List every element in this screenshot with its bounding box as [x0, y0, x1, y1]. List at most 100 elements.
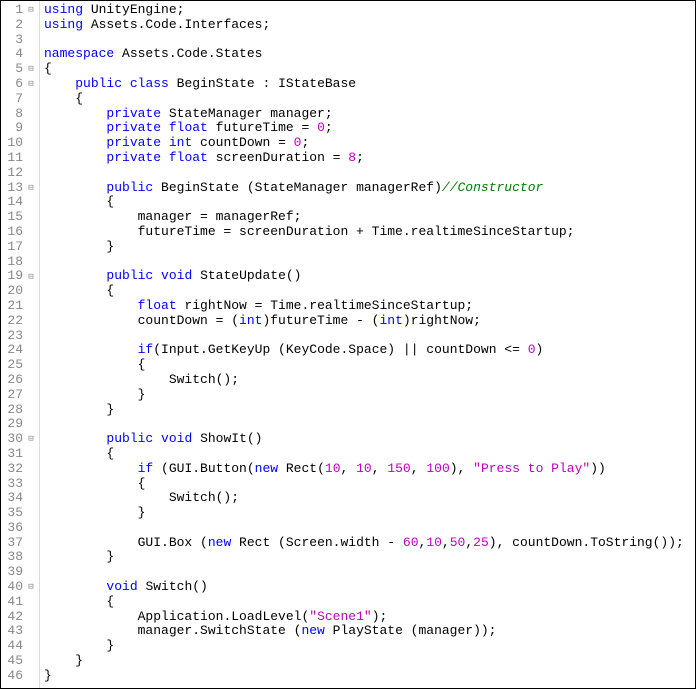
token-kw: new	[208, 535, 231, 550]
fold-toggle[interactable]: ⊟	[25, 582, 37, 592]
code-line[interactable]	[44, 417, 691, 432]
code-line[interactable]: private float screenDuration = 8;	[44, 151, 691, 166]
token-text	[161, 135, 169, 150]
fold-toggle[interactable]: ⊟	[25, 79, 37, 89]
line-number: 13	[5, 181, 23, 196]
line-number: 28	[5, 403, 23, 418]
token-text: {	[44, 476, 145, 491]
line-number: 19	[5, 269, 23, 284]
code-line[interactable]: {	[44, 284, 691, 299]
line-number: 34	[5, 491, 23, 506]
token-text: }	[44, 402, 114, 417]
code-line[interactable]: if(Input.GetKeyUp (KeyCode.Space) || cou…	[44, 343, 691, 358]
code-line[interactable]: }	[44, 240, 691, 255]
token-text: ,	[442, 535, 450, 550]
token-kw: new	[255, 461, 278, 476]
code-line[interactable]: Switch();	[44, 491, 691, 506]
token-num: 10	[426, 535, 442, 550]
code-line[interactable]: }	[44, 669, 691, 684]
code-line[interactable]: }	[44, 403, 691, 418]
code-line[interactable]: {	[44, 595, 691, 610]
fold-toggle[interactable]: ⊟	[25, 272, 37, 282]
gutter-line: 3	[5, 33, 37, 48]
gutter-line: 6⊟	[5, 77, 37, 92]
token-text: ;	[325, 120, 333, 135]
code-line[interactable]: private StateManager manager;	[44, 107, 691, 122]
code-line[interactable]: GUI.Box (new Rect (Screen.width - 60,10,…	[44, 536, 691, 551]
code-line[interactable]: }	[44, 388, 691, 403]
code-line[interactable]: {	[44, 92, 691, 107]
code-line[interactable]: {	[44, 358, 691, 373]
code-line[interactable]	[44, 33, 691, 48]
code-line[interactable]	[44, 329, 691, 344]
code-line[interactable]: futureTime = screenDuration + Time.realt…	[44, 225, 691, 240]
code-line[interactable]: using UnityEngine;	[44, 3, 691, 18]
code-line[interactable]: Switch();	[44, 373, 691, 388]
gutter-line: 40⊟	[5, 580, 37, 595]
fold-toggle[interactable]: ⊟	[25, 64, 37, 74]
line-number: 17	[5, 240, 23, 255]
code-line[interactable]	[44, 565, 691, 580]
fold-toggle[interactable]: ⊟	[25, 434, 37, 444]
code-line[interactable]: public class BeginState : IStateBase	[44, 77, 691, 92]
code-line[interactable]: if (GUI.Button(new Rect(10, 10, 150, 100…	[44, 462, 691, 477]
gutter-line: 8	[5, 107, 37, 122]
code-line[interactable]	[44, 521, 691, 536]
code-line[interactable]: public BeginState (StateManager managerR…	[44, 181, 691, 196]
token-num: 25	[473, 535, 489, 550]
line-number: 3	[5, 33, 23, 48]
line-number: 16	[5, 225, 23, 240]
token-text: PlayState (manager));	[325, 623, 497, 638]
token-text: )	[536, 342, 544, 357]
code-line[interactable]: {	[44, 195, 691, 210]
gutter-line: 1⊟	[5, 3, 37, 18]
code-line[interactable]: using Assets.Code.Interfaces;	[44, 18, 691, 33]
code-line[interactable]: void Switch()	[44, 580, 691, 595]
code-line[interactable]: }	[44, 550, 691, 565]
token-text: Rect (Screen	[231, 535, 332, 550]
code-line[interactable]: }	[44, 639, 691, 654]
code-line[interactable]	[44, 255, 691, 270]
gutter-line: 15	[5, 210, 37, 225]
code-area[interactable]: using UnityEngine;using Assets.Code.Inte…	[40, 1, 695, 688]
gutter-line: 41	[5, 595, 37, 610]
code-line[interactable]	[44, 166, 691, 181]
line-number: 21	[5, 299, 23, 314]
fold-toggle[interactable]: ⊟	[25, 5, 37, 15]
token-text	[44, 106, 106, 121]
line-number: 45	[5, 654, 23, 669]
gutter: 1⊟2345⊟6⊟78910111213⊟141516171819⊟202122…	[1, 1, 40, 688]
token-text: {	[44, 446, 114, 461]
token-kw: private	[106, 150, 161, 165]
token-text: countDown =	[192, 135, 293, 150]
line-number: 27	[5, 388, 23, 403]
gutter-line: 27	[5, 388, 37, 403]
code-line[interactable]: {	[44, 477, 691, 492]
code-line[interactable]: }	[44, 654, 691, 669]
code-line[interactable]: }	[44, 506, 691, 521]
code-line[interactable]: {	[44, 447, 691, 462]
token-str: "Scene1"	[309, 609, 371, 624]
token-text: )futureTime - (	[262, 313, 379, 328]
code-line[interactable]: {	[44, 62, 691, 77]
gutter-line: 34	[5, 491, 37, 506]
fold-toggle[interactable]: ⊟	[25, 183, 37, 193]
code-line[interactable]: private float futureTime = 0;	[44, 121, 691, 136]
code-line[interactable]: float rightNow = Time.realtimeSinceStart…	[44, 299, 691, 314]
code-line[interactable]: manager.SwitchState (new PlayState (mana…	[44, 624, 691, 639]
token-text	[161, 120, 169, 135]
token-text	[44, 150, 106, 165]
code-line[interactable]: public void ShowIt()	[44, 432, 691, 447]
code-line[interactable]: public void StateUpdate()	[44, 269, 691, 284]
code-line[interactable]: namespace Assets.Code.States	[44, 47, 691, 62]
code-line[interactable]: Application.LoadLevel("Scene1");	[44, 610, 691, 625]
token-text	[153, 431, 161, 446]
code-line[interactable]: manager = managerRef;	[44, 210, 691, 225]
line-number: 24	[5, 343, 23, 358]
gutter-line: 22	[5, 314, 37, 329]
code-line[interactable]: private int countDown = 0;	[44, 136, 691, 151]
code-line[interactable]: countDown = (int)futureTime - (int)right…	[44, 314, 691, 329]
token-text: rightNow = Time	[177, 298, 302, 313]
token-kw: public	[106, 180, 153, 195]
token-text	[44, 120, 106, 135]
